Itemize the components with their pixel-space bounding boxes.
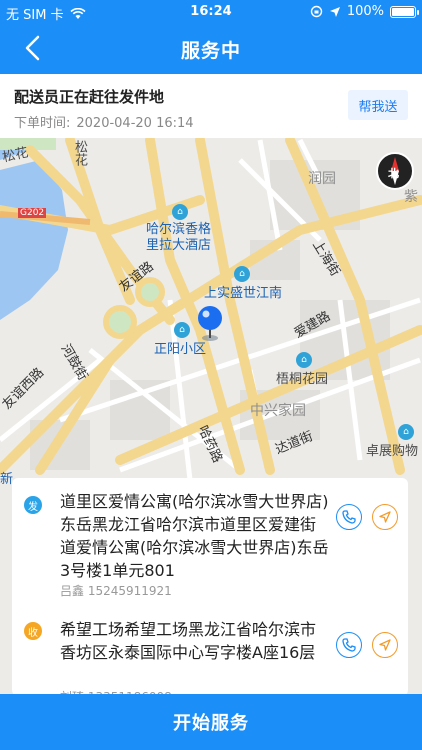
pickup-call-button[interactable] bbox=[336, 504, 362, 530]
rotation-lock-icon bbox=[310, 5, 323, 18]
dropoff-badge: 收 bbox=[24, 622, 42, 640]
pickup-badge: 发 bbox=[24, 496, 42, 514]
map-label-zhongxing: 中兴家园 bbox=[250, 403, 306, 419]
pickup-address: 道里区爱情公寓(哈尔滨冰雪大世界店)东岳黑龙江省哈尔滨市道里区爱建街道爱情公寓(… bbox=[60, 492, 329, 580]
map-label-zhengyang: 正阳小区 bbox=[154, 342, 207, 357]
navigation-arrow-icon bbox=[379, 639, 391, 651]
compass-button[interactable]: 北 bbox=[376, 152, 414, 190]
residence-poi-icon[interactable]: ⌂ bbox=[174, 322, 190, 338]
battery-icon bbox=[390, 5, 419, 18]
garden-poi-icon[interactable]: ⌂ bbox=[296, 352, 312, 368]
hotel-poi-icon[interactable]: ⌂ bbox=[172, 204, 188, 220]
delivery-status-text: 配送员正在赶往发件地 bbox=[14, 88, 165, 106]
map-label-songhua-2: 松花 bbox=[72, 140, 87, 166]
phone-icon bbox=[342, 638, 356, 652]
building-poi-icon[interactable]: ⌂ bbox=[234, 266, 250, 282]
dropoff-navigate-button[interactable] bbox=[372, 632, 398, 658]
order-time-label: 下单时间: bbox=[14, 116, 71, 131]
help-send-button[interactable]: 帮我送 bbox=[348, 90, 408, 120]
battery-percent: 100% bbox=[346, 4, 384, 19]
map-label-wutong: 梧桐花园 bbox=[276, 372, 329, 387]
shopping-poi-icon[interactable]: ⌂ bbox=[398, 424, 414, 440]
map-label-runyuan: 润园 bbox=[308, 171, 336, 187]
dropoff-address: 希望工场希望工场黑龙江省哈尔滨市香坊区永泰国际中心写字楼A座16层 bbox=[60, 620, 317, 662]
order-info-header: 配送员正在赶往发件地 下单时间: 2020-04-20 16:14 帮我送 bbox=[0, 74, 422, 138]
status-bar: 无 SIM 卡 16:24 100% bbox=[0, 0, 422, 24]
map-label-edge: 紫 bbox=[404, 189, 418, 205]
location-arrow-icon bbox=[329, 6, 340, 17]
pickup-contact: 吕鑫 15245911921 bbox=[60, 584, 172, 598]
pickup-navigate-button[interactable] bbox=[372, 504, 398, 530]
map-label-hotel-2: 里拉大酒店 bbox=[146, 238, 212, 253]
start-service-button[interactable]: 开始服务 bbox=[0, 694, 422, 750]
route-card: 发 道里区爱情公寓(哈尔滨冰雪大世界店)东岳黑龙江省哈尔滨市道里区爱建街道爱情公… bbox=[12, 478, 408, 696]
phone-icon bbox=[342, 510, 356, 524]
order-time: 下单时间: 2020-04-20 16:14 bbox=[14, 112, 194, 131]
nav-bar: 服务中 bbox=[0, 24, 422, 74]
dropoff-call-button[interactable] bbox=[336, 632, 362, 658]
map-label-g202: G202 bbox=[18, 208, 47, 218]
navigation-arrow-icon bbox=[379, 511, 391, 523]
page-title: 服务中 bbox=[180, 40, 241, 62]
top-bar: 无 SIM 卡 16:24 100% 服务中 bbox=[0, 0, 422, 74]
map-label-shangshi: 上实盛世江南 bbox=[204, 286, 283, 301]
map-label-zhuozhan: 卓展购物 bbox=[366, 444, 419, 459]
compass-north-label: 北 bbox=[388, 167, 399, 180]
order-time-value: 2020-04-20 16:14 bbox=[76, 116, 194, 131]
